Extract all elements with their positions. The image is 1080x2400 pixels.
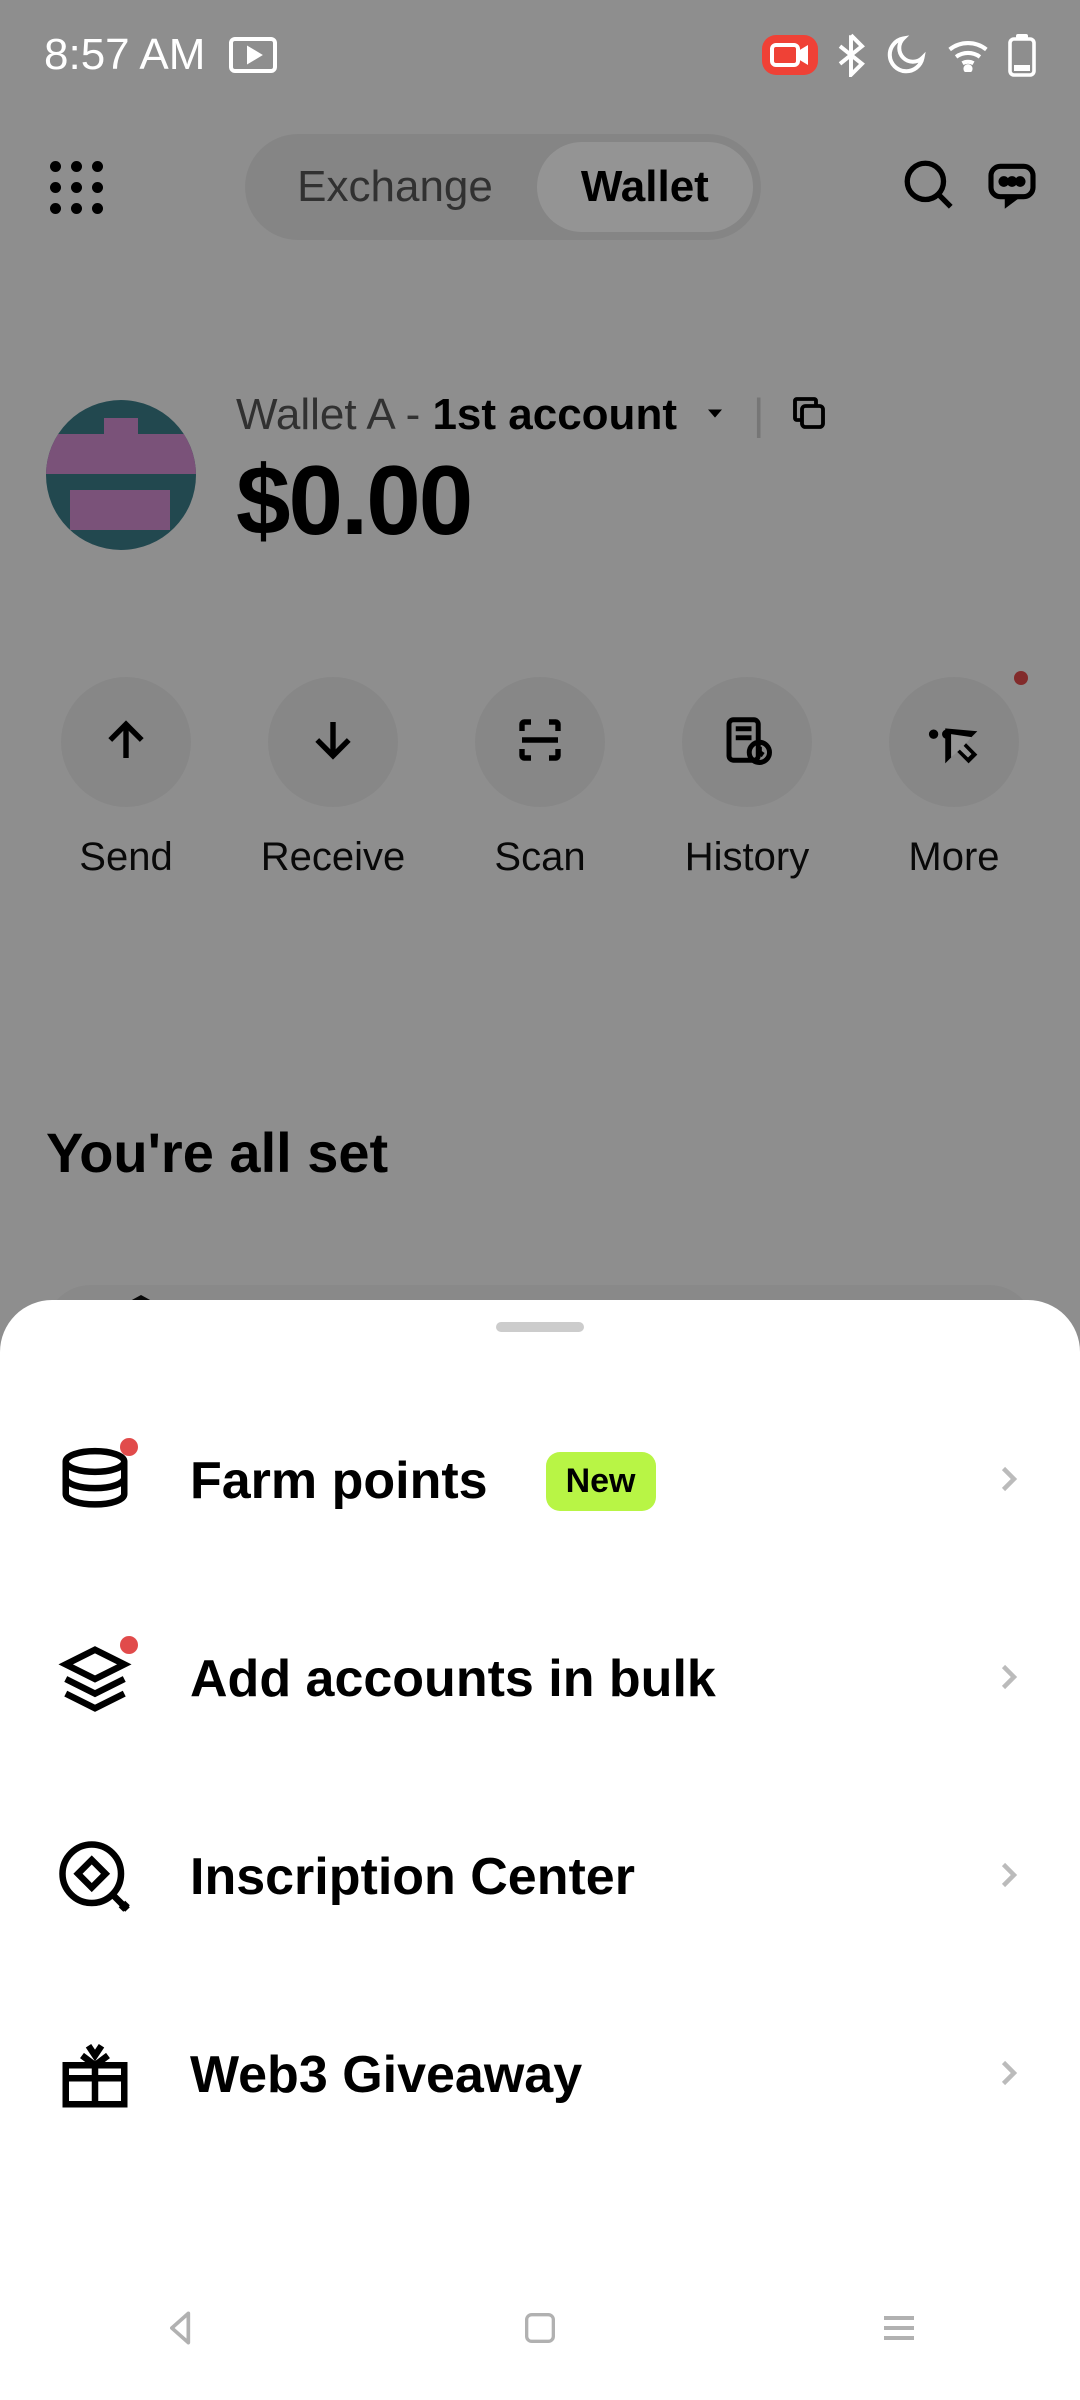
recording-icon <box>762 35 818 75</box>
dnd-moon-icon <box>884 33 928 77</box>
chevron-right-icon <box>990 1461 1026 1502</box>
screencast-icon <box>229 37 277 73</box>
status-bar: 8:57 AM <box>0 0 1080 110</box>
sheet-item-inscription-center[interactable]: Inscription Center <box>50 1778 1030 1976</box>
sheet-item-label: Inscription Center <box>190 1847 635 1907</box>
chevron-right-icon <box>990 1857 1026 1898</box>
coins-icon <box>54 1440 136 1522</box>
inscription-icon <box>54 1836 136 1918</box>
system-nav-bar <box>0 2260 1080 2400</box>
battery-icon <box>1008 33 1036 77</box>
layers-icon <box>54 1638 136 1720</box>
status-time: 8:57 AM <box>44 30 205 80</box>
chevron-right-icon <box>990 1659 1026 1700</box>
gift-icon <box>54 2034 136 2116</box>
nav-recent-icon[interactable] <box>877 2308 921 2353</box>
wifi-icon <box>946 38 990 72</box>
sheet-item-label: Web3 Giveaway <box>190 2045 582 2105</box>
more-bottom-sheet: Farm points New Add accounts in bulk Ins… <box>0 1300 1080 2400</box>
nav-home-icon[interactable] <box>520 2308 560 2353</box>
sheet-item-web3-giveaway[interactable]: Web3 Giveaway <box>50 1976 1030 2174</box>
new-badge: New <box>546 1452 656 1511</box>
sheet-item-farm-points[interactable]: Farm points New <box>50 1382 1030 1580</box>
sheet-item-label: Add accounts in bulk <box>190 1649 716 1709</box>
bluetooth-icon <box>836 33 866 77</box>
nav-back-icon[interactable] <box>159 2306 203 2355</box>
sheet-item-label: Farm points <box>190 1451 488 1511</box>
sheet-item-add-accounts-bulk[interactable]: Add accounts in bulk <box>50 1580 1030 1778</box>
sheet-handle[interactable] <box>496 1322 584 1332</box>
chevron-right-icon <box>990 2055 1026 2096</box>
